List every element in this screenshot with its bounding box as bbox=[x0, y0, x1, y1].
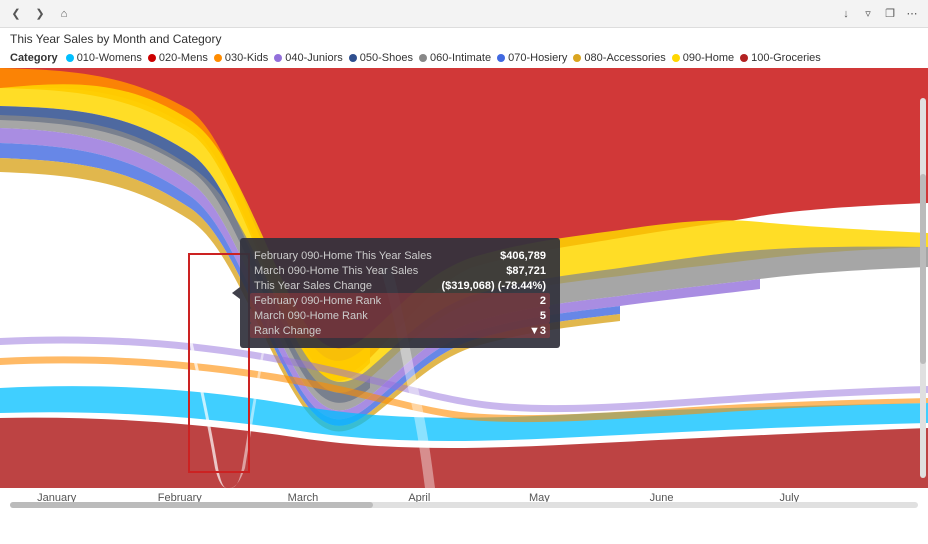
top-bar: ❮ ❯ ⌂ ↓ ▿ ❐ ⋯ bbox=[0, 0, 928, 28]
legend-item-label: 050-Shoes bbox=[360, 52, 413, 64]
top-bar-left: ❮ ❯ ⌂ bbox=[8, 6, 72, 22]
horizontal-scrollbar[interactable] bbox=[10, 502, 918, 508]
legend-prefix: Category bbox=[10, 52, 58, 64]
legend-item-030-kids: 030-Kids bbox=[214, 52, 268, 64]
legend-item-050-shoes: 050-Shoes bbox=[349, 52, 413, 64]
legend-item-070-hosiery: 070-Hosiery bbox=[497, 52, 567, 64]
legend-item-label: 010-Womens bbox=[77, 52, 142, 64]
vertical-scrollbar[interactable] bbox=[920, 98, 926, 478]
horizontal-scrollbar-thumb[interactable] bbox=[10, 502, 373, 508]
chart-title: This Year Sales by Month and Category bbox=[0, 28, 928, 50]
legend-dot bbox=[274, 54, 282, 62]
legend-dot bbox=[497, 54, 505, 62]
legend-dot bbox=[672, 54, 680, 62]
expand-icon[interactable]: ❐ bbox=[882, 6, 898, 22]
legend-item-label: 030-Kids bbox=[225, 52, 268, 64]
forward-icon[interactable]: ❯ bbox=[32, 6, 48, 22]
top-bar-right: ↓ ▿ ❐ ⋯ bbox=[838, 6, 920, 22]
legend-item-label: 090-Home bbox=[683, 52, 734, 64]
legend-item-label: 080-Accessories bbox=[584, 52, 665, 64]
filter-icon[interactable]: ▿ bbox=[860, 6, 876, 22]
legend-item-010-womens: 010-Womens bbox=[66, 52, 142, 64]
back-icon[interactable]: ❮ bbox=[8, 6, 24, 22]
legend-item-label: 060-Intimate bbox=[430, 52, 491, 64]
legend-dot bbox=[66, 54, 74, 62]
legend-dot bbox=[573, 54, 581, 62]
legend-item-090-home: 090-Home bbox=[672, 52, 734, 64]
legend-item-label: 100-Groceries bbox=[751, 52, 821, 64]
legend-item-label: 070-Hosiery bbox=[508, 52, 567, 64]
legend-dot bbox=[148, 54, 156, 62]
legend-item-080-accessories: 080-Accessories bbox=[573, 52, 665, 64]
legend-item-020-mens: 020-Mens bbox=[148, 52, 208, 64]
vertical-scrollbar-thumb[interactable] bbox=[920, 174, 926, 364]
chart-area: February 090-Home This Year Sales $406,7… bbox=[0, 68, 928, 508]
legend-dot bbox=[349, 54, 357, 62]
legend-dot bbox=[214, 54, 222, 62]
legend-item-label: 020-Mens bbox=[159, 52, 208, 64]
stream-chart bbox=[0, 68, 928, 488]
home-icon[interactable]: ⌂ bbox=[56, 6, 72, 22]
legend-item-040-juniors: 040-Juniors bbox=[274, 52, 342, 64]
legend: Category 010-Womens 020-Mens 030-Kids 040-J… bbox=[0, 50, 928, 68]
download-icon[interactable]: ↓ bbox=[838, 6, 854, 22]
legend-dot bbox=[419, 54, 427, 62]
more-icon[interactable]: ⋯ bbox=[904, 6, 920, 22]
legend-item-label: 040-Juniors bbox=[285, 52, 342, 64]
legend-item-100-groceries: 100-Groceries bbox=[740, 52, 821, 64]
legend-dot bbox=[740, 54, 748, 62]
legend-item-060-intimate: 060-Intimate bbox=[419, 52, 491, 64]
